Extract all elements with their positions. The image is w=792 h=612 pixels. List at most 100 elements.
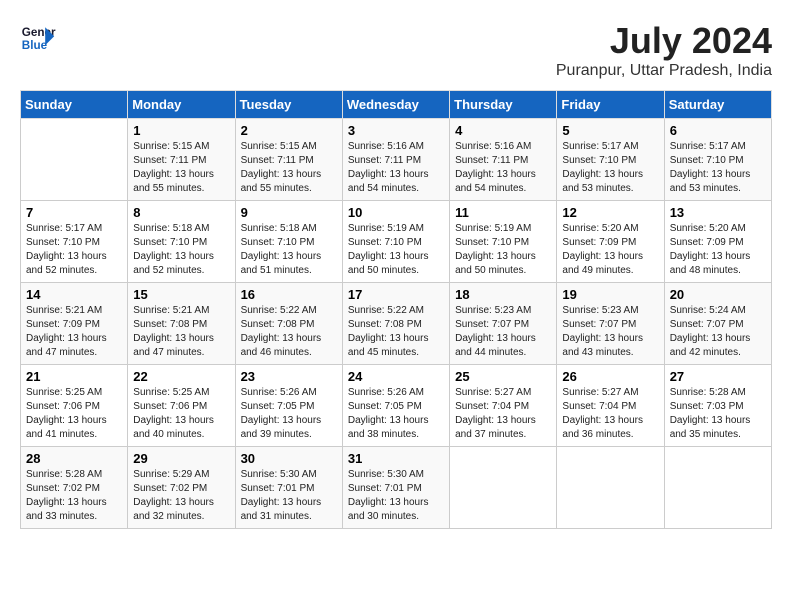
- day-number: 22: [133, 369, 229, 384]
- day-number: 3: [348, 123, 444, 138]
- day-info: Sunrise: 5:30 AM Sunset: 7:01 PM Dayligh…: [348, 468, 444, 524]
- day-info: Sunrise: 5:30 AM Sunset: 7:01 PM Dayligh…: [241, 468, 337, 524]
- day-number: 12: [562, 205, 658, 220]
- day-info: Sunrise: 5:20 AM Sunset: 7:09 PM Dayligh…: [562, 222, 658, 278]
- day-cell: 20 Sunrise: 5:24 AM Sunset: 7:07 PM Dayl…: [664, 283, 771, 365]
- day-cell: 29 Sunrise: 5:29 AM Sunset: 7:02 PM Dayl…: [128, 447, 235, 529]
- calendar-body: 1 Sunrise: 5:15 AM Sunset: 7:11 PM Dayli…: [21, 119, 772, 529]
- svg-text:Blue: Blue: [22, 39, 48, 52]
- day-info: Sunrise: 5:23 AM Sunset: 7:07 PM Dayligh…: [562, 304, 658, 360]
- day-cell: 6 Sunrise: 5:17 AM Sunset: 7:10 PM Dayli…: [664, 119, 771, 201]
- day-cell: 30 Sunrise: 5:30 AM Sunset: 7:01 PM Dayl…: [235, 447, 342, 529]
- day-info: Sunrise: 5:28 AM Sunset: 7:03 PM Dayligh…: [670, 386, 766, 442]
- day-cell: 18 Sunrise: 5:23 AM Sunset: 7:07 PM Dayl…: [450, 283, 557, 365]
- day-number: 6: [670, 123, 766, 138]
- day-number: 14: [26, 287, 122, 302]
- day-cell: 2 Sunrise: 5:15 AM Sunset: 7:11 PM Dayli…: [235, 119, 342, 201]
- week-row-1: 1 Sunrise: 5:15 AM Sunset: 7:11 PM Dayli…: [21, 119, 772, 201]
- day-number: 28: [26, 451, 122, 466]
- day-number: 18: [455, 287, 551, 302]
- day-cell: 11 Sunrise: 5:19 AM Sunset: 7:10 PM Dayl…: [450, 201, 557, 283]
- header-monday: Monday: [128, 91, 235, 119]
- day-info: Sunrise: 5:18 AM Sunset: 7:10 PM Dayligh…: [133, 222, 229, 278]
- day-cell: 24 Sunrise: 5:26 AM Sunset: 7:05 PM Dayl…: [342, 365, 449, 447]
- day-info: Sunrise: 5:26 AM Sunset: 7:05 PM Dayligh…: [241, 386, 337, 442]
- day-cell: 9 Sunrise: 5:18 AM Sunset: 7:10 PM Dayli…: [235, 201, 342, 283]
- day-cell: 4 Sunrise: 5:16 AM Sunset: 7:11 PM Dayli…: [450, 119, 557, 201]
- day-info: Sunrise: 5:22 AM Sunset: 7:08 PM Dayligh…: [348, 304, 444, 360]
- day-cell: 23 Sunrise: 5:26 AM Sunset: 7:05 PM Dayl…: [235, 365, 342, 447]
- day-number: 2: [241, 123, 337, 138]
- day-cell: 25 Sunrise: 5:27 AM Sunset: 7:04 PM Dayl…: [450, 365, 557, 447]
- day-info: Sunrise: 5:23 AM Sunset: 7:07 PM Dayligh…: [455, 304, 551, 360]
- header-wednesday: Wednesday: [342, 91, 449, 119]
- day-info: Sunrise: 5:21 AM Sunset: 7:09 PM Dayligh…: [26, 304, 122, 360]
- logo: General Blue: [20, 20, 56, 56]
- page-header: General Blue July 2024 Puranpur, Uttar P…: [20, 20, 772, 80]
- day-number: 13: [670, 205, 766, 220]
- day-number: 16: [241, 287, 337, 302]
- day-info: Sunrise: 5:15 AM Sunset: 7:11 PM Dayligh…: [133, 140, 229, 196]
- day-info: Sunrise: 5:21 AM Sunset: 7:08 PM Dayligh…: [133, 304, 229, 360]
- logo-icon: General Blue: [20, 20, 56, 56]
- day-info: Sunrise: 5:29 AM Sunset: 7:02 PM Dayligh…: [133, 468, 229, 524]
- day-info: Sunrise: 5:25 AM Sunset: 7:06 PM Dayligh…: [133, 386, 229, 442]
- day-cell: 17 Sunrise: 5:22 AM Sunset: 7:08 PM Dayl…: [342, 283, 449, 365]
- header-thursday: Thursday: [450, 91, 557, 119]
- day-info: Sunrise: 5:26 AM Sunset: 7:05 PM Dayligh…: [348, 386, 444, 442]
- day-cell: 21 Sunrise: 5:25 AM Sunset: 7:06 PM Dayl…: [21, 365, 128, 447]
- day-number: 5: [562, 123, 658, 138]
- title-area: July 2024 Puranpur, Uttar Pradesh, India: [556, 20, 772, 80]
- day-cell: 13 Sunrise: 5:20 AM Sunset: 7:09 PM Dayl…: [664, 201, 771, 283]
- day-number: 26: [562, 369, 658, 384]
- day-info: Sunrise: 5:27 AM Sunset: 7:04 PM Dayligh…: [455, 386, 551, 442]
- day-cell: 5 Sunrise: 5:17 AM Sunset: 7:10 PM Dayli…: [557, 119, 664, 201]
- day-cell: 3 Sunrise: 5:16 AM Sunset: 7:11 PM Dayli…: [342, 119, 449, 201]
- day-info: Sunrise: 5:17 AM Sunset: 7:10 PM Dayligh…: [670, 140, 766, 196]
- header-friday: Friday: [557, 91, 664, 119]
- day-number: 11: [455, 205, 551, 220]
- day-number: 21: [26, 369, 122, 384]
- day-number: 17: [348, 287, 444, 302]
- week-row-2: 7 Sunrise: 5:17 AM Sunset: 7:10 PM Dayli…: [21, 201, 772, 283]
- day-cell: 31 Sunrise: 5:30 AM Sunset: 7:01 PM Dayl…: [342, 447, 449, 529]
- day-info: Sunrise: 5:17 AM Sunset: 7:10 PM Dayligh…: [562, 140, 658, 196]
- day-cell: 8 Sunrise: 5:18 AM Sunset: 7:10 PM Dayli…: [128, 201, 235, 283]
- day-cell: 7 Sunrise: 5:17 AM Sunset: 7:10 PM Dayli…: [21, 201, 128, 283]
- day-cell: 27 Sunrise: 5:28 AM Sunset: 7:03 PM Dayl…: [664, 365, 771, 447]
- day-cell: 14 Sunrise: 5:21 AM Sunset: 7:09 PM Dayl…: [21, 283, 128, 365]
- day-number: 1: [133, 123, 229, 138]
- day-number: 4: [455, 123, 551, 138]
- month-title: July 2024: [556, 20, 772, 62]
- day-number: 10: [348, 205, 444, 220]
- header-tuesday: Tuesday: [235, 91, 342, 119]
- day-cell: [21, 119, 128, 201]
- day-number: 19: [562, 287, 658, 302]
- day-cell: [664, 447, 771, 529]
- header-saturday: Saturday: [664, 91, 771, 119]
- day-cell: 28 Sunrise: 5:28 AM Sunset: 7:02 PM Dayl…: [21, 447, 128, 529]
- day-info: Sunrise: 5:22 AM Sunset: 7:08 PM Dayligh…: [241, 304, 337, 360]
- day-number: 20: [670, 287, 766, 302]
- day-number: 31: [348, 451, 444, 466]
- day-info: Sunrise: 5:27 AM Sunset: 7:04 PM Dayligh…: [562, 386, 658, 442]
- day-info: Sunrise: 5:25 AM Sunset: 7:06 PM Dayligh…: [26, 386, 122, 442]
- week-row-3: 14 Sunrise: 5:21 AM Sunset: 7:09 PM Dayl…: [21, 283, 772, 365]
- week-row-4: 21 Sunrise: 5:25 AM Sunset: 7:06 PM Dayl…: [21, 365, 772, 447]
- day-cell: 15 Sunrise: 5:21 AM Sunset: 7:08 PM Dayl…: [128, 283, 235, 365]
- day-cell: 22 Sunrise: 5:25 AM Sunset: 7:06 PM Dayl…: [128, 365, 235, 447]
- day-cell: 16 Sunrise: 5:22 AM Sunset: 7:08 PM Dayl…: [235, 283, 342, 365]
- day-cell: 12 Sunrise: 5:20 AM Sunset: 7:09 PM Dayl…: [557, 201, 664, 283]
- day-info: Sunrise: 5:19 AM Sunset: 7:10 PM Dayligh…: [455, 222, 551, 278]
- day-number: 15: [133, 287, 229, 302]
- week-row-5: 28 Sunrise: 5:28 AM Sunset: 7:02 PM Dayl…: [21, 447, 772, 529]
- calendar-header-row: SundayMondayTuesdayWednesdayThursdayFrid…: [21, 91, 772, 119]
- day-number: 24: [348, 369, 444, 384]
- day-cell: 26 Sunrise: 5:27 AM Sunset: 7:04 PM Dayl…: [557, 365, 664, 447]
- day-info: Sunrise: 5:17 AM Sunset: 7:10 PM Dayligh…: [26, 222, 122, 278]
- day-number: 8: [133, 205, 229, 220]
- day-number: 23: [241, 369, 337, 384]
- day-number: 27: [670, 369, 766, 384]
- day-number: 7: [26, 205, 122, 220]
- calendar-table: SundayMondayTuesdayWednesdayThursdayFrid…: [20, 90, 772, 529]
